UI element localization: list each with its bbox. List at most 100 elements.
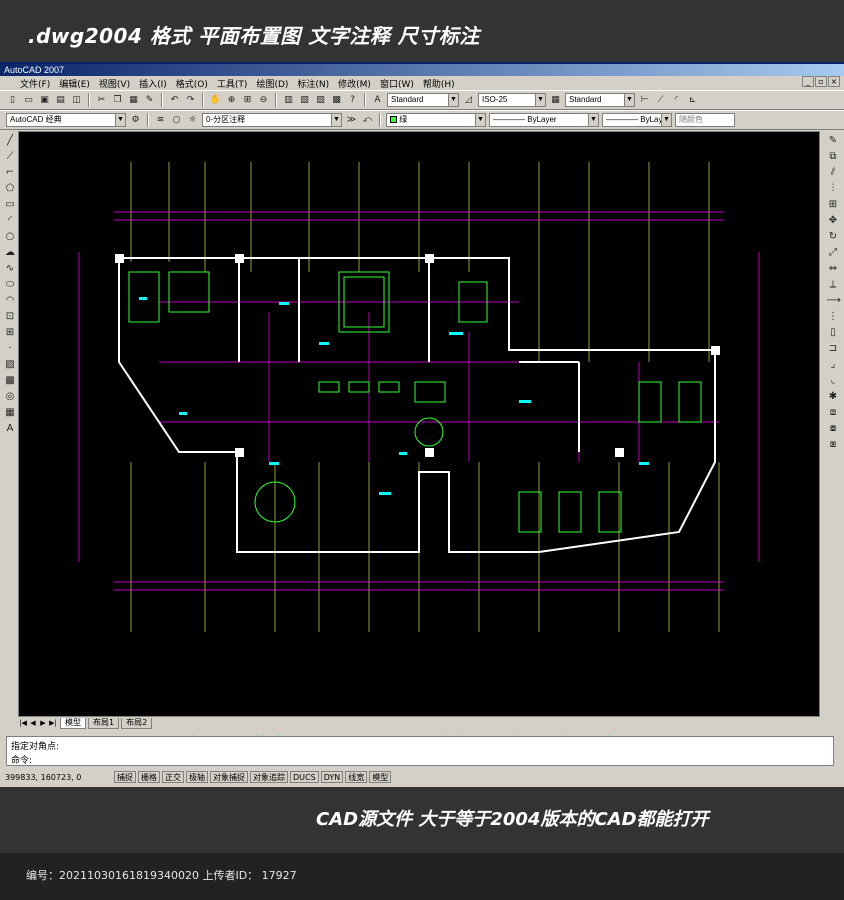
command-window[interactable]: 指定对角点: 命令: bbox=[6, 736, 834, 766]
ellipse-icon[interactable]: ⬭ bbox=[4, 278, 17, 291]
copy-icon[interactable]: ❐ bbox=[111, 94, 124, 107]
mirror-icon[interactable]: ⫽ bbox=[827, 166, 840, 179]
point-icon[interactable]: · bbox=[4, 342, 17, 355]
dim-arc-icon[interactable]: ◜ bbox=[670, 94, 683, 107]
toolpalette-icon[interactable]: ▨ bbox=[314, 94, 327, 107]
dyn-toggle[interactable]: DYN bbox=[320, 771, 344, 783]
hatch-icon[interactable]: ▨ bbox=[4, 358, 17, 371]
break-icon[interactable]: ▯ bbox=[827, 326, 840, 339]
explode-icon[interactable]: ✱ bbox=[827, 390, 840, 403]
menu-tools[interactable]: 工具(T) bbox=[217, 77, 248, 90]
pan-icon[interactable]: ✋ bbox=[209, 94, 222, 107]
erase-icon[interactable]: ✎ bbox=[827, 134, 840, 147]
rectangle-icon[interactable]: ▭ bbox=[4, 198, 17, 211]
break-point-icon[interactable]: ⋮ bbox=[827, 310, 840, 323]
insert-block-icon[interactable]: ⊡ bbox=[4, 310, 17, 323]
menu-draw[interactable]: 绘图(D) bbox=[256, 77, 288, 90]
linetype-combo[interactable]: ———— ByLayer ▼ bbox=[489, 113, 599, 127]
chamfer-icon[interactable]: ⌟ bbox=[827, 358, 840, 371]
menu-help[interactable]: 帮助(H) bbox=[423, 77, 455, 90]
offset-icon[interactable]: ⫶ bbox=[827, 182, 840, 195]
matchprop-icon[interactable]: ✎ bbox=[143, 94, 156, 107]
tab-layout1[interactable]: 布局1 bbox=[88, 717, 120, 729]
layer-manager-icon[interactable]: ≋ bbox=[154, 114, 167, 127]
menu-dimension[interactable]: 标注(N) bbox=[297, 77, 329, 90]
rotate-icon[interactable]: ↻ bbox=[827, 230, 840, 243]
paste-icon[interactable]: ▦ bbox=[127, 94, 140, 107]
dim-linear-icon[interactable]: ⊢ bbox=[638, 94, 651, 107]
new-icon[interactable]: ▯ bbox=[6, 94, 19, 107]
text-style-combo[interactable]: Standard ▼ bbox=[387, 93, 459, 107]
copy-object-icon[interactable]: ⧉ bbox=[827, 150, 840, 163]
make-block-icon[interactable]: ⊞ bbox=[4, 326, 17, 339]
redo-icon[interactable]: ↷ bbox=[184, 94, 197, 107]
table-style-combo[interactable]: Standard ▼ bbox=[565, 93, 635, 107]
save-icon[interactable]: ▣ bbox=[38, 94, 51, 107]
move-icon[interactable]: ✥ bbox=[827, 214, 840, 227]
dim-style-combo[interactable]: ISO-25 ▼ bbox=[478, 93, 546, 107]
ortho-toggle[interactable]: 正交 bbox=[162, 771, 184, 783]
prev-tab-icon[interactable]: ◀ bbox=[28, 718, 38, 728]
xline-icon[interactable]: ⟋ bbox=[4, 150, 17, 163]
array-icon[interactable]: ⊞ bbox=[827, 198, 840, 211]
otrack-toggle[interactable]: 对象追踪 bbox=[250, 771, 288, 783]
close-button[interactable]: × bbox=[828, 76, 840, 87]
last-tab-icon[interactable]: ▶| bbox=[48, 718, 58, 728]
command-prompt[interactable]: 命令: bbox=[11, 753, 32, 766]
menu-edit[interactable]: 编辑(E) bbox=[59, 77, 90, 90]
help-icon[interactable]: ? bbox=[346, 94, 359, 107]
zoom-window-icon[interactable]: ⊞ bbox=[241, 94, 254, 107]
polar-toggle[interactable]: 极轴 bbox=[186, 771, 208, 783]
designcenter-icon[interactable]: ▧ bbox=[298, 94, 311, 107]
drawing-canvas[interactable]: 中医正骨按摩店CAD平面布置图 功能分区 文字注释 尺寸 bbox=[18, 131, 820, 753]
model-toggle[interactable]: 模型 bbox=[369, 771, 392, 783]
draworder-icon[interactable]: ⧈ bbox=[827, 406, 840, 419]
menu-window[interactable]: 窗口(W) bbox=[380, 77, 414, 90]
preview-icon[interactable]: ◫ bbox=[70, 94, 83, 107]
dim-aligned-icon[interactable]: ⟋ bbox=[654, 94, 667, 107]
layer-combo[interactable]: 0-分区注释 ▼ bbox=[202, 113, 342, 127]
zoom-prev-icon[interactable]: ⊖ bbox=[257, 94, 270, 107]
line-icon[interactable]: ╱ bbox=[4, 134, 17, 147]
workspace-combo[interactable]: AutoCAD 经典 ▼ bbox=[6, 113, 126, 127]
tab-layout2[interactable]: 布局2 bbox=[121, 717, 153, 729]
group-icon[interactable]: ⧆ bbox=[827, 438, 840, 451]
spline-icon[interactable]: ∿ bbox=[4, 262, 17, 275]
arc-icon[interactable]: ◜ bbox=[4, 214, 17, 227]
region-icon[interactable]: ◎ bbox=[4, 390, 17, 403]
menu-modify[interactable]: 修改(M) bbox=[338, 77, 371, 90]
properties-icon[interactable]: ▥ bbox=[282, 94, 295, 107]
zoom-icon[interactable]: ⊕ bbox=[225, 94, 238, 107]
restore-button[interactable]: ▫ bbox=[815, 76, 827, 87]
cut-icon[interactable]: ✂ bbox=[95, 94, 108, 107]
layer-previous-icon[interactable]: ⤺ bbox=[361, 114, 374, 127]
undo-icon[interactable]: ↶ bbox=[168, 94, 181, 107]
table-icon[interactable]: ▦ bbox=[4, 406, 17, 419]
menu-insert[interactable]: 插入(I) bbox=[139, 77, 167, 90]
first-tab-icon[interactable]: |◀ bbox=[18, 718, 28, 728]
fillet-icon[interactable]: ◟ bbox=[827, 374, 840, 387]
stretch-icon[interactable]: ⇔ bbox=[827, 262, 840, 275]
make-current-icon[interactable]: ≫ bbox=[345, 114, 358, 127]
lineweight-combo[interactable]: ———— ByLayer ▼ bbox=[602, 113, 672, 127]
mtext-icon[interactable]: A bbox=[4, 422, 17, 435]
polyline-icon[interactable]: ⌐ bbox=[4, 166, 17, 179]
calculator-icon[interactable]: ▩ bbox=[330, 94, 343, 107]
polygon-icon[interactable]: ⬠ bbox=[4, 182, 17, 195]
menu-file[interactable]: 文件(F) bbox=[20, 77, 50, 90]
trim-icon[interactable]: ⟂ bbox=[827, 278, 840, 291]
revcloud-icon[interactable]: ☁ bbox=[4, 246, 17, 259]
join-icon[interactable]: ⊐ bbox=[827, 342, 840, 355]
scale-icon[interactable]: ⤢ bbox=[827, 246, 840, 259]
grid-toggle[interactable]: 栅格 bbox=[138, 771, 160, 783]
color-combo[interactable]: 绿 ▼ bbox=[386, 113, 486, 127]
osnap-toggle[interactable]: 对象捕捉 bbox=[210, 771, 248, 783]
plotstyle-combo[interactable]: 随颜色 bbox=[675, 113, 735, 127]
ellipse-arc-icon[interactable]: ◠ bbox=[4, 294, 17, 307]
menu-format[interactable]: 格式(O) bbox=[176, 77, 208, 90]
minimize-button[interactable]: _ bbox=[802, 76, 814, 87]
ducs-toggle[interactable]: DUCS bbox=[290, 771, 319, 783]
lineweight-toggle[interactable]: 线宽 bbox=[345, 771, 368, 783]
extend-icon[interactable]: ⟶ bbox=[827, 294, 841, 307]
print-icon[interactable]: ▤ bbox=[54, 94, 67, 107]
